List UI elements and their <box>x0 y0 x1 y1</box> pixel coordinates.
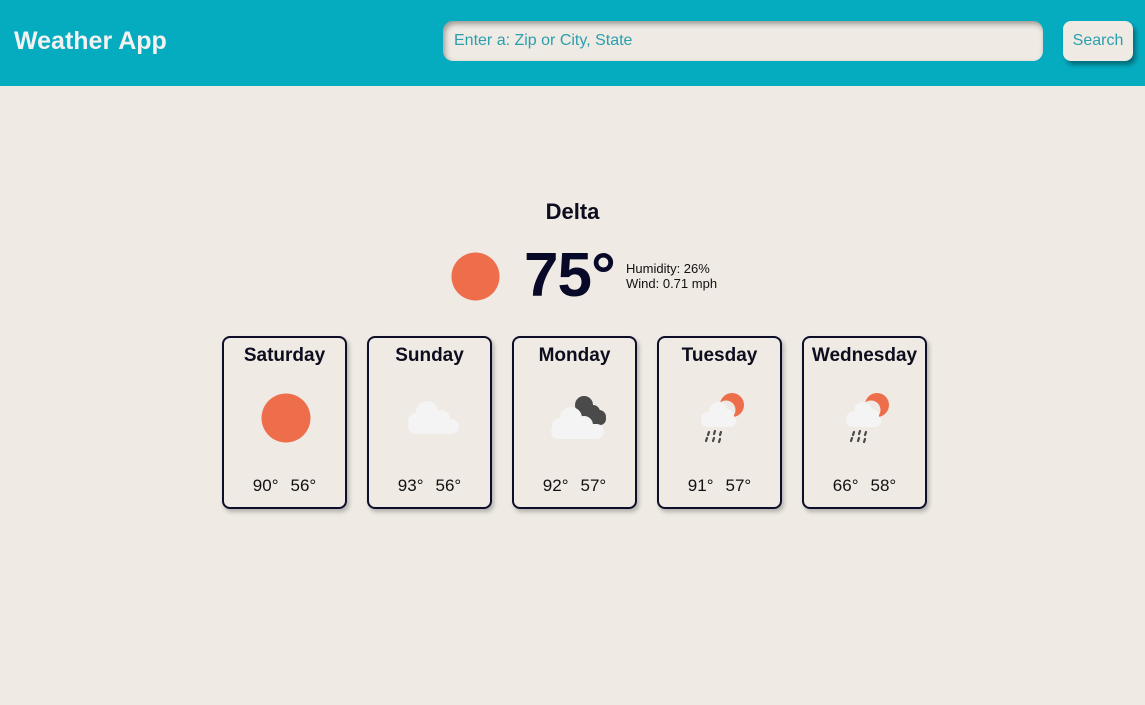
forecast-day: Wednesday <box>811 345 918 366</box>
search-input[interactable] <box>443 21 1043 61</box>
forecast-card-sunday: Sunday 93° 56° <box>367 336 492 509</box>
forecast-low: 56° <box>435 476 462 495</box>
rain-sun-icon <box>701 393 744 444</box>
wind-text: Wind: 0.71 mph <box>626 276 718 291</box>
rain-sun-icon <box>846 393 889 444</box>
sun-icon <box>261 393 311 443</box>
search-button[interactable]: Search <box>1063 21 1133 61</box>
forecast-temps: 66° 58° <box>804 476 925 496</box>
forecast-list: Saturday 90° 56° Sunday 93° 56° Monday 9… <box>222 336 932 511</box>
forecast-temps: 90° 56° <box>224 476 345 496</box>
forecast-high: 90° <box>252 476 279 495</box>
sun-icon <box>451 252 500 301</box>
forecast-temps: 93° 56° <box>369 476 490 496</box>
forecast-day: Tuesday <box>681 345 758 366</box>
current-details: Humidity: 26% Wind: 0.71 mph <box>626 261 717 291</box>
forecast-card-tuesday: Tuesday 91° 57° <box>657 336 782 509</box>
app-header: Weather App Search <box>0 0 1145 86</box>
forecast-card-wednesday: Wednesday 66° 58° <box>802 336 927 509</box>
forecast-day: Sunday <box>395 345 464 366</box>
cloudy-dark-icon <box>551 396 606 439</box>
forecast-temps: 91° 57° <box>659 476 780 496</box>
forecast-day: Monday <box>538 345 611 366</box>
forecast-card-saturday: Saturday 90° 56° <box>222 336 347 509</box>
forecast-high: 66° <box>832 476 859 495</box>
forecast-high: 93° <box>397 476 424 495</box>
current-temperature: 75° <box>524 241 616 310</box>
forecast-low: 56° <box>290 476 317 495</box>
forecast-high: 91° <box>687 476 714 495</box>
forecast-high: 92° <box>542 476 569 495</box>
app-title: Weather App <box>14 27 167 55</box>
humidity-text: Humidity: 26% <box>626 261 710 276</box>
forecast-low: 57° <box>580 476 607 495</box>
forecast-card-monday: Monday 92° 57° <box>512 336 637 509</box>
city-name: Delta <box>545 199 600 224</box>
forecast-day: Saturday <box>243 345 326 366</box>
forecast-low: 57° <box>725 476 752 495</box>
forecast-temps: 92° 57° <box>514 476 635 496</box>
cloud-icon <box>408 401 459 434</box>
forecast-low: 58° <box>870 476 897 495</box>
